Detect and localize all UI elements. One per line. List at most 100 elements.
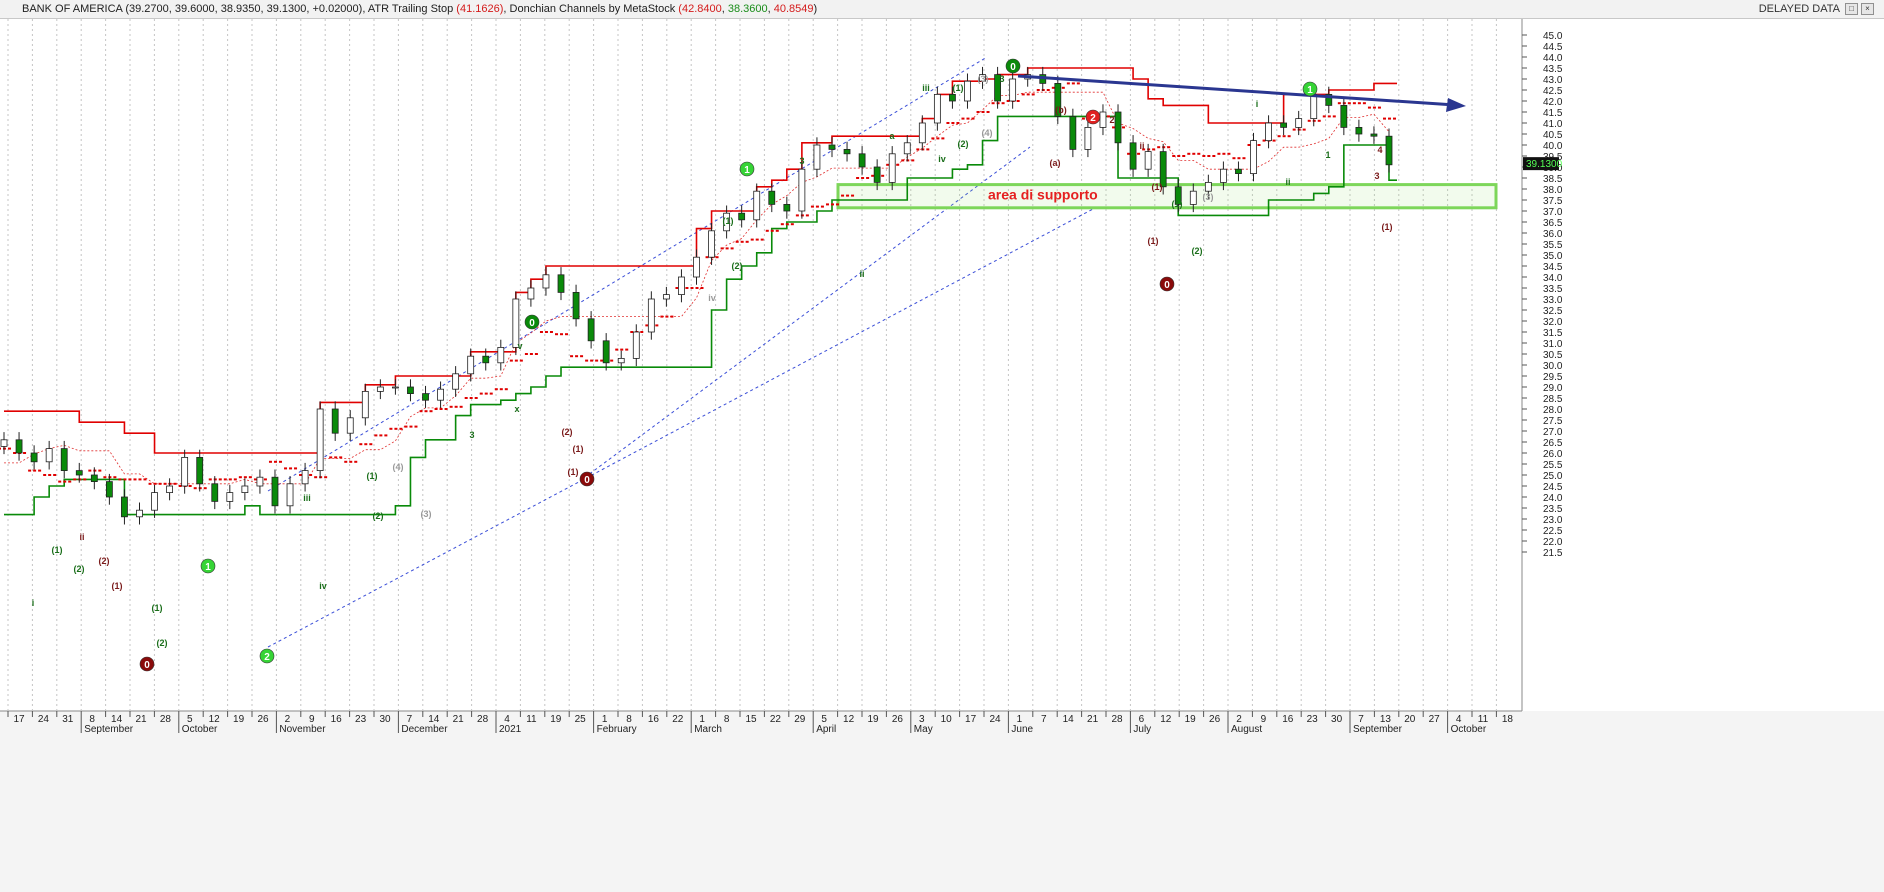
wave-label: iv: [319, 581, 327, 591]
wave-label: (1): [112, 581, 123, 591]
atr-stop-dot: [580, 355, 584, 358]
candle-body: [256, 476, 264, 487]
atr-stop-dot: [946, 122, 950, 124]
x-day-label: 12: [843, 714, 855, 725]
atr-stop-dot: [1393, 117, 1396, 120]
x-month-label: September: [84, 724, 134, 735]
y-tick-label: 34.5: [1543, 262, 1563, 273]
atr-stop-dot: [1302, 128, 1306, 131]
y-tick-label: 24.5: [1543, 482, 1563, 493]
x-day-label: 15: [745, 714, 757, 725]
atr-stop-dot: [1167, 146, 1171, 149]
atr-stop-dot: [700, 287, 704, 289]
atr-stop-dot: [549, 331, 553, 333]
atr-stop-dot: [158, 482, 162, 485]
atr-stop-dot: [991, 102, 995, 105]
atr-stop-dot: [1197, 152, 1201, 155]
atr-stop-dot: [118, 478, 122, 481]
wave-label: (1): [1148, 236, 1159, 246]
y-tick-label: 22.0: [1543, 537, 1563, 548]
atr-stop-dot: [138, 478, 142, 481]
atr-stop-dot: [1352, 102, 1356, 105]
atr-stop-dot: [765, 229, 769, 232]
wave-label: (3): [421, 509, 432, 519]
atr-stop-dot: [233, 478, 237, 481]
wave-label: (b): [1055, 105, 1067, 115]
x-day-label: 31: [62, 714, 74, 725]
atr-stop-dot: [193, 487, 197, 490]
y-tick-label: 44.5: [1543, 42, 1563, 53]
wave-circle-label: 0: [1010, 62, 1016, 73]
atr-stop-dot: [941, 137, 945, 140]
atr-stop-dot: [1337, 102, 1341, 105]
y-tick-label: 33.5: [1543, 284, 1563, 295]
candle-body: [1144, 151, 1152, 170]
candle-body: [467, 355, 475, 375]
atr-stop-dot: [374, 434, 378, 437]
atr-stop-dot: [1212, 155, 1216, 157]
atr-stop-dot: [1388, 117, 1391, 120]
wave-label: (2): [562, 427, 573, 437]
wave-circle-label: 1: [205, 562, 211, 573]
restore-icon[interactable]: □: [1845, 3, 1858, 15]
atr-stop-dot: [1046, 89, 1050, 91]
wave-circle-label: 1: [1307, 85, 1313, 96]
atr-stop-dot: [1282, 135, 1286, 138]
candle-body: [1295, 118, 1303, 128]
candle-body: [918, 122, 926, 144]
donchian-lower-value: 38.3600: [727, 3, 768, 15]
atr-stop-dot: [439, 408, 443, 410]
atr-stop-dot: [690, 287, 694, 289]
atr-stop-dot: [389, 427, 393, 430]
x-day-label: 21: [135, 714, 147, 725]
x-month-label: October: [182, 724, 218, 735]
y-tick-label: 21.5: [1543, 548, 1563, 559]
candle-body: [783, 203, 791, 212]
atr-stop-dot: [1157, 146, 1161, 149]
y-tick-label: 29.0: [1543, 383, 1563, 394]
atr-stop-dot: [544, 331, 548, 333]
wave-label: ii: [79, 532, 84, 542]
candle-body: [1235, 168, 1242, 174]
y-tick-label: 31.0: [1543, 339, 1563, 350]
x-month-label: April: [816, 724, 836, 735]
atr-stop-dot: [404, 425, 408, 428]
atr-stop-dot: [98, 469, 102, 472]
candle-body: [166, 485, 173, 493]
close-icon[interactable]: ×: [1861, 3, 1874, 15]
atr-stop-dot: [886, 163, 890, 166]
candle-body: [738, 212, 746, 221]
atr-stop-dot: [705, 256, 709, 259]
x-month-label: November: [279, 724, 326, 735]
atr-stop-dot: [223, 478, 227, 481]
candle-body: [271, 476, 279, 507]
atr-stop-dot: [334, 456, 338, 459]
atr-stop-dot: [208, 478, 212, 481]
delayed-data-label: DELAYED DATA: [1758, 3, 1840, 15]
atr-stop-dot: [825, 203, 829, 206]
candle-body: [753, 190, 761, 221]
atr-stop-dot: [444, 408, 448, 410]
candle-body: [286, 483, 294, 507]
x-day-label: 21: [1087, 714, 1099, 725]
atr-stop-dot: [1192, 152, 1196, 155]
atr-stop-dot: [936, 137, 940, 140]
candle-body: [1310, 94, 1318, 120]
candle-body: [768, 190, 776, 205]
atr-stop-dot: [770, 229, 774, 232]
x-day-label: 11: [526, 714, 537, 725]
atr-stop-dot: [610, 359, 614, 362]
candle-body: [1069, 116, 1077, 150]
y-tick-label: 42.5: [1543, 86, 1563, 97]
atr-stop-dot: [901, 159, 905, 162]
x-day-label: 8: [724, 714, 730, 725]
atr-stop-dot: [384, 434, 388, 437]
y-tick-label: 28.5: [1543, 394, 1563, 405]
candle-body: [527, 287, 535, 300]
candle-body: [151, 492, 158, 511]
x-month-label: 2021: [499, 724, 522, 735]
atr-stop-dot: [670, 315, 674, 318]
y-tick-label: 28.0: [1543, 405, 1563, 416]
candle-body: [632, 331, 640, 359]
x-month-label: October: [1451, 724, 1487, 735]
